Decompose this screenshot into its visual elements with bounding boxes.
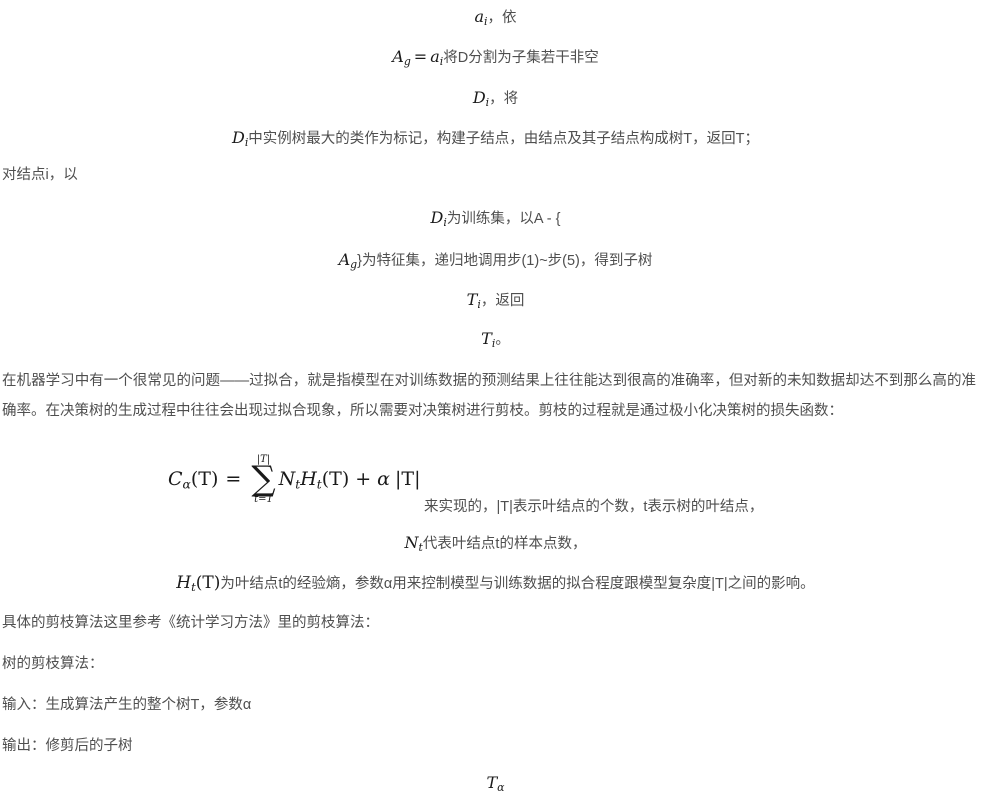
- math-a-sub-i: ai: [474, 7, 488, 29]
- line-ht-text: 为叶结点t的经验熵，参数α用来控制模型与训练数据的拟合程度跟模型复杂度|T|之间…: [220, 576, 815, 592]
- display-line-di-trainset: Di为训练集，以A - {: [0, 203, 991, 233]
- document-page: ai，依 Ag = ai将D分割为子集若干非空 Di，将 Di中实例树最大的类作为标…: [0, 0, 991, 798]
- display-line-di-label: Di中实例树最大的类作为标记，构建子结点，由结点及其子结点构成树T，返回T；: [0, 123, 991, 153]
- line-4-text: 中实例树最大的类作为标记，构建子结点，由结点及其子结点构成树T，返回T；: [248, 131, 760, 147]
- math-h-sub-t: Ht(T): [300, 468, 350, 492]
- math-summation: |T| ∑ t=1: [251, 455, 275, 505]
- math-loss-expression: Cα(T) = |T| ∑ t=1 Nt Ht(T) + α |T|: [168, 455, 420, 505]
- display-line-ht: Ht(T)为叶结点t的经验熵，参数α用来控制模型与训练数据的拟合程度跟模型复杂度…: [0, 568, 991, 599]
- math-t-sub-i: Ti: [466, 290, 481, 312]
- heading-pruning-algorithm: 树的剪枝算法：: [2, 656, 104, 672]
- line-algorithm-output: 输出：修剪后的子树: [2, 738, 133, 754]
- math-d-sub-i: Di: [472, 88, 490, 110]
- math-t-sub-alpha: Tα: [486, 773, 505, 795]
- formula-tail-text: 来实现的，|T|表示叶结点的个数，t表示树的叶结点，: [424, 499, 764, 515]
- math-h-sub-t-2: Ht(T): [176, 573, 221, 595]
- display-line-ai: ai，依: [0, 2, 991, 32]
- line-9-text: 。: [495, 332, 510, 348]
- math-ag-equals-ai: Ag = ai: [392, 47, 444, 69]
- math-n-sub-t-2: Nt: [404, 533, 423, 555]
- line-node-i: 对结点i，以: [2, 167, 78, 183]
- paragraph-overfitting: 在机器学习中有一个很常见的问题——过拟合，就是指模型在对训练数据的预测结果上往往…: [2, 373, 976, 419]
- display-line-ti-return: Ti，返回: [0, 285, 991, 315]
- math-alpha: α: [377, 468, 390, 491]
- line-7-text: }为特征集，递归地调用步(1)~步(5)，得到子树: [357, 253, 653, 269]
- display-line-nt: Nt代表叶结点t的样本点数，: [0, 528, 991, 558]
- math-c-alpha: Cα(T): [168, 468, 219, 492]
- paragraph-reference-book: 具体的剪枝算法这里参考《统计学习方法》里的剪枝算法：: [2, 615, 379, 631]
- line-3-text: ，将: [489, 91, 519, 107]
- sum-lower-limit: t=1: [254, 493, 273, 505]
- line-6-text: 为训练集，以A - {: [446, 211, 561, 227]
- line-1-text: ，依: [487, 10, 517, 26]
- display-line-ag-eq-ai: Ag = ai将D分割为子集若干非空: [0, 42, 991, 72]
- line-algorithm-input: 输入：生成算法产生的整个树T，参数α: [2, 697, 252, 713]
- display-line-ti-final: Ti。: [0, 324, 991, 354]
- math-abs-t: |T|: [395, 468, 421, 491]
- math-n-sub-t: Nt: [278, 468, 301, 492]
- line-8-text: ，返回: [480, 293, 525, 309]
- math-d-sub-i-3: Di: [430, 208, 447, 230]
- formula-loss-function: Cα(T) = |T| ∑ t=1 Nt Ht(T) + α |T|: [168, 455, 420, 505]
- line-nt-text: 代表叶结点t的样本点数，: [422, 536, 587, 552]
- line-2-text: 将D分割为子集若干非空: [443, 50, 599, 66]
- math-d-sub-i-2: Di: [231, 128, 249, 150]
- math-plus: +: [355, 468, 372, 491]
- display-line-di-jiang: Di，将: [0, 83, 991, 113]
- math-t-sub-i-2: Ti: [481, 329, 496, 351]
- math-a-sub-g: Ag: [338, 250, 358, 272]
- display-line-ag-featureset: Ag}为特征集，递归地调用步(1)~步(5)，得到子树: [0, 245, 991, 275]
- math-equals: =: [225, 468, 242, 491]
- display-line-t-alpha: Tα: [0, 768, 991, 798]
- sigma-icon: ∑: [251, 459, 276, 499]
